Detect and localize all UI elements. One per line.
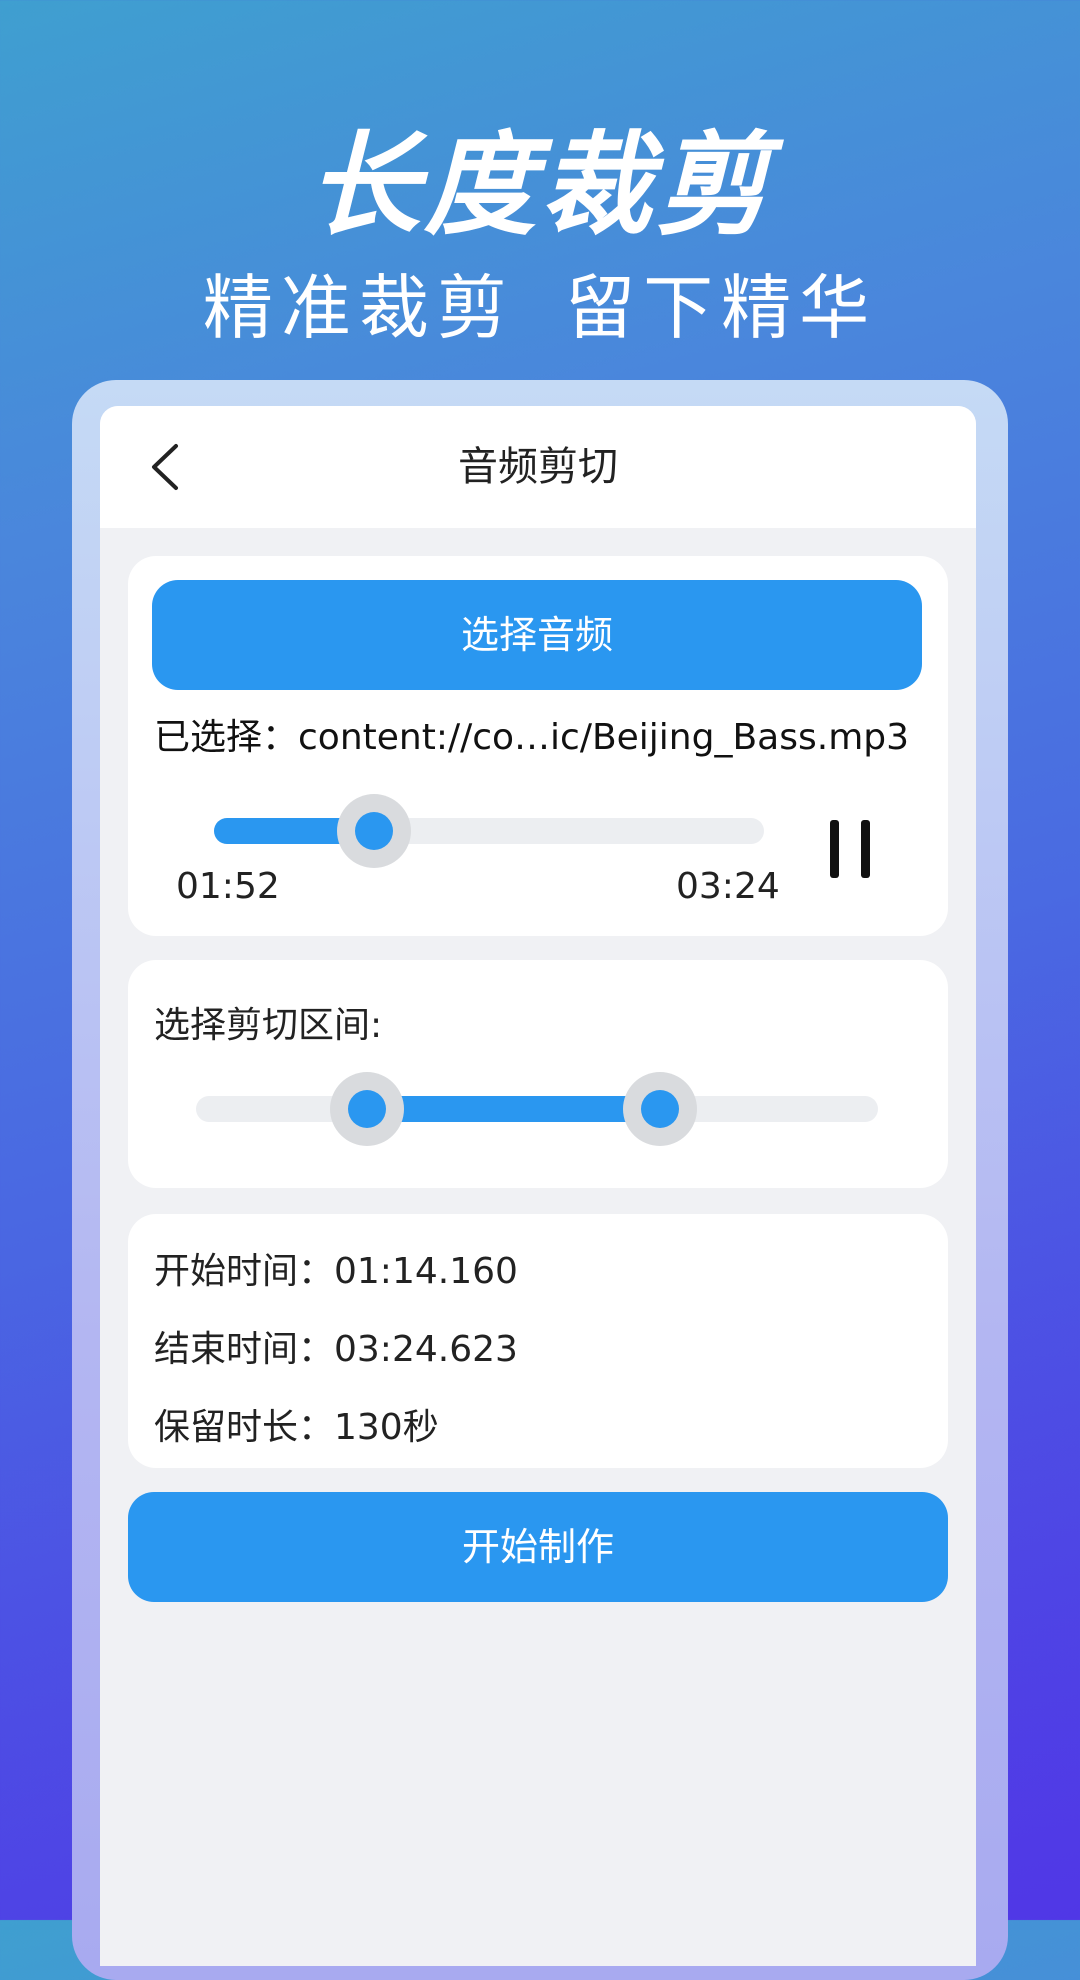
cut-range-fill — [366, 1096, 660, 1122]
cut-range-label: 选择剪切区间: — [154, 1005, 383, 1046]
duration-text: 保留时长：130秒 — [154, 1407, 439, 1448]
cut-info-card: 开始时间：01:14.160 结束时间：03:24.623 保留时长：130秒 — [128, 1214, 948, 1468]
end-time-text: 结束时间：03:24.623 — [154, 1329, 518, 1370]
pause-icon[interactable] — [828, 820, 872, 878]
playback-progress-thumb[interactable] — [336, 794, 411, 868]
cut-range-end-thumb[interactable] — [622, 1072, 697, 1146]
player-card: 选择音频 已选择：content://co…ic/Beijing_Bass.mp… — [128, 556, 948, 936]
page-title: 音频剪切 — [458, 444, 618, 490]
app-screen: 音频剪切 选择音频 已选择：content://co…ic/Beijing_Ba… — [100, 406, 976, 1966]
promo-title: 长度裁剪 — [308, 121, 772, 251]
selected-file-text: 已选择：content://co…ic/Beijing_Bass.mp3 — [154, 717, 910, 758]
nav-bar: 音频剪切 — [100, 406, 976, 528]
total-time: 03:24 — [676, 866, 780, 907]
select-audio-button[interactable]: 选择音频 — [152, 580, 922, 690]
cut-range-card: 选择剪切区间: — [128, 960, 948, 1188]
start-making-button[interactable]: 开始制作 — [128, 1492, 948, 1602]
start-time-text: 开始时间：01:14.160 — [154, 1251, 518, 1292]
cut-range-start-thumb[interactable] — [329, 1072, 404, 1146]
promo-subtitle: 精准裁剪 留下精华 — [202, 267, 878, 349]
current-time: 01:52 — [176, 866, 280, 907]
